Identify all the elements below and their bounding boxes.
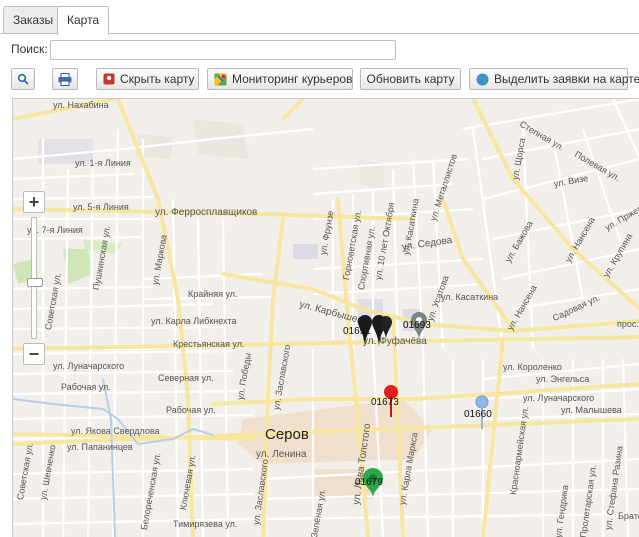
street-label: ул. Ферросплавщиков [155,207,258,218]
street-label: Рабочая ул. [61,382,111,392]
street-label: Крестьянская ул. [173,339,245,349]
magnifier-icon [17,73,29,85]
map-pin-icon [103,73,115,85]
tab-map[interactable]: Карта [57,6,110,35]
street-label: Тимирязева ул. [173,519,238,529]
street-label: Северная ул. [158,373,214,383]
highlight-orders-button[interactable]: Выделить заявки на карте [469,68,639,90]
street-label: ул. Якова Свердлова [71,426,160,436]
print-button[interactable] [52,68,78,90]
street-label: Крайняя ул. [188,289,238,299]
map-view[interactable]: ул. Нахабина ул. 1-я Линия ул. 5-я Линия… [12,98,639,537]
street-label: ул. Луначарского [523,393,595,403]
street-label: прос... [617,319,639,329]
zoom-out-button[interactable]: − [23,343,45,365]
tab-bar: Заказы Карта [0,0,639,35]
street-label: ул. Нахабина [53,100,109,110]
zoom-slider[interactable] [27,217,43,339]
street-label: ул. Касаткина [441,292,499,302]
marker-label: 01673 [371,397,399,408]
refresh-map-label: Обновить карту [366,72,455,86]
courier-monitoring-button[interactable]: Мониторинг курьеров [207,68,353,90]
street-label: Братс... [618,511,639,521]
hide-map-label: Скрыть карту [120,72,195,86]
street-label: ул. Папанинцев [67,442,133,452]
search-row: Поиск: [0,36,639,64]
search-label: Поиск: [11,42,48,56]
street-label: ул. Луначарского [53,361,125,371]
street-label: ул. 5-я Линия [73,202,129,212]
search-button[interactable] [11,68,35,90]
street-label: ул. Малышева [561,405,622,415]
hide-map-button[interactable]: Скрыть карту [96,68,199,90]
street-label: ул. Карла Либкнехта [151,316,237,326]
map-icon [214,73,227,85]
street-label: Рабочая ул. [166,405,216,415]
search-input[interactable] [50,40,396,60]
printer-icon [58,72,72,86]
zoom-slider-handle[interactable] [27,278,43,287]
globe-icon [476,73,489,85]
city-label: Серов [265,426,309,443]
highlight-orders-label: Выделить заявки на карте [494,72,639,86]
marker-label: 01679 [355,477,383,488]
refresh-map-button[interactable]: Обновить карту [360,68,461,90]
marker-label: 01691 [343,326,371,337]
marker-label: 01660 [464,409,492,420]
street-label: ул. 1-я Линия [75,158,131,168]
toolbar: Скрыть карту Мониторинг курьеров Обновит… [0,68,639,92]
marker-label: 01693 [403,320,431,331]
courier-monitoring-label: Мониторинг курьеров [232,72,353,86]
tab-orders[interactable]: Заказы [3,6,64,33]
zoom-control: + − [23,191,45,365]
street-label: ул. Короленко [503,362,562,372]
street-label: ул. Энгельса [536,374,590,384]
zoom-in-button[interactable]: + [23,191,45,213]
